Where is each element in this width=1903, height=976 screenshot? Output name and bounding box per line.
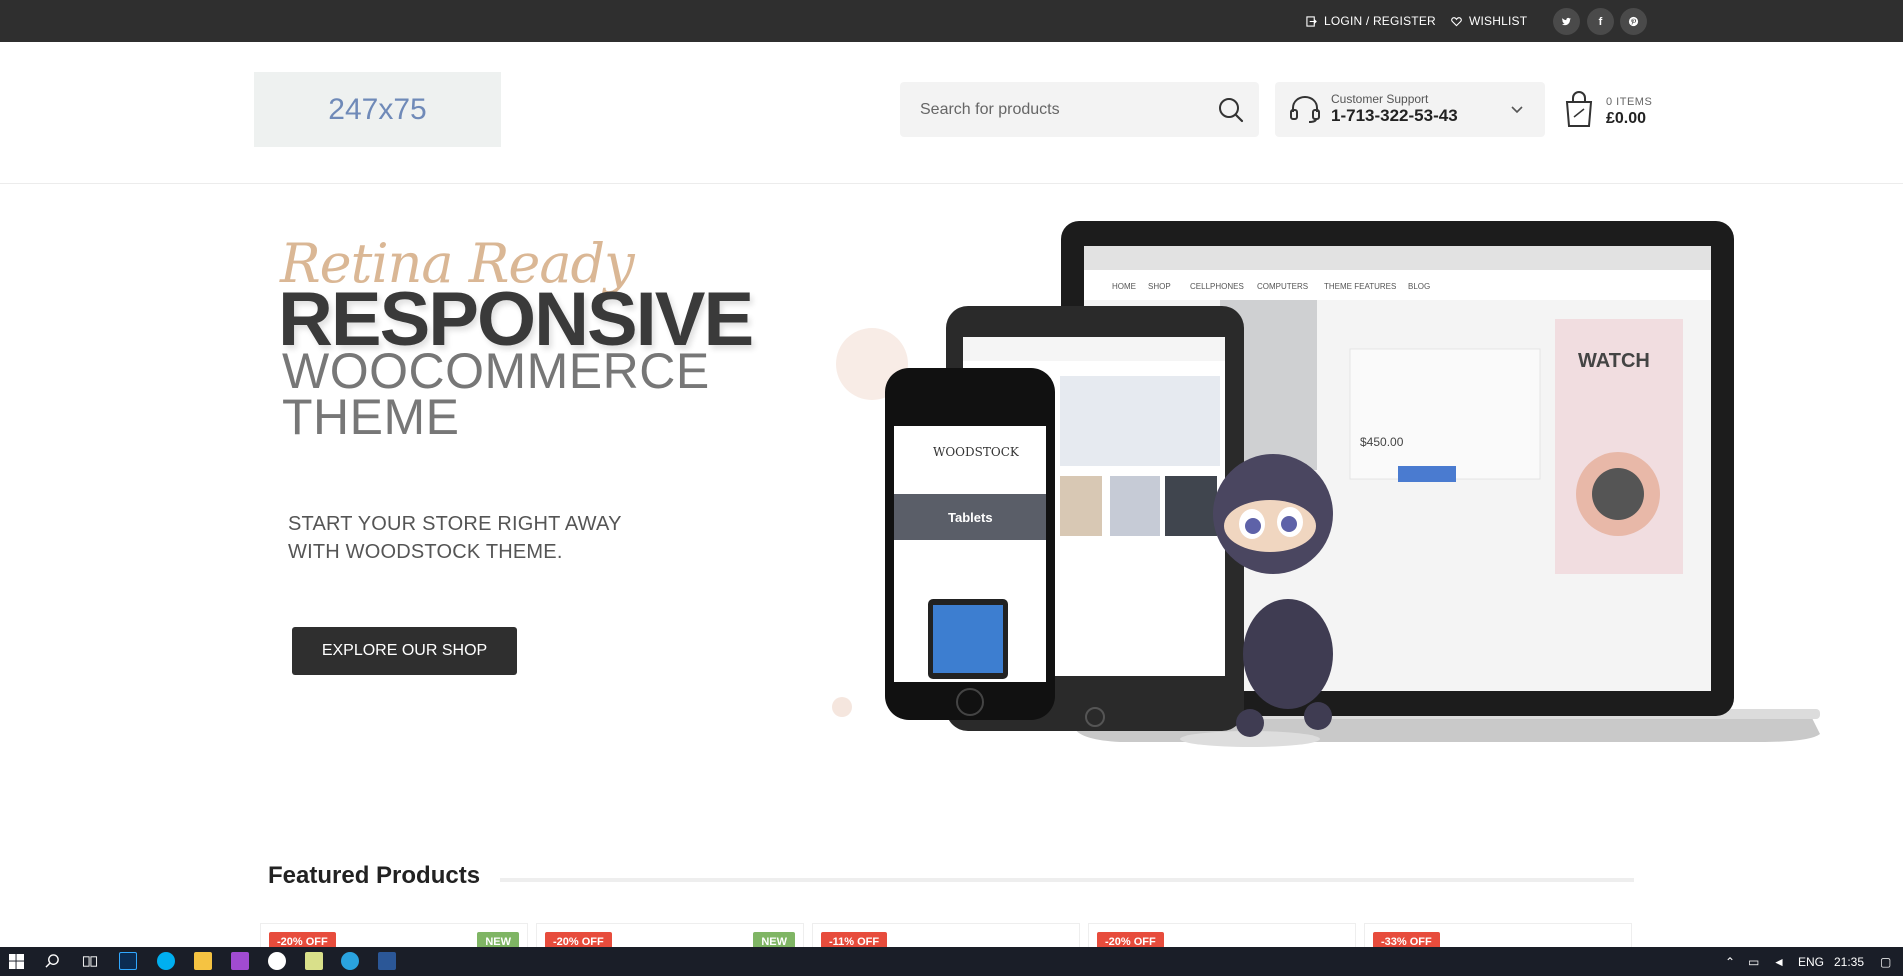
yandex-browser-icon[interactable] (268, 952, 286, 970)
phpstorm-icon[interactable] (231, 952, 249, 970)
twitter-icon[interactable] (1553, 8, 1580, 35)
cart-total: £0.00 (1606, 110, 1647, 127)
tray-chevron-icon[interactable]: ⌃ (1725, 947, 1735, 976)
chevron-down-icon (1511, 106, 1523, 114)
laptop-watch-text: WATCH (1578, 350, 1650, 372)
telegram-icon[interactable] (341, 952, 359, 970)
laptop-nav-home: HOME (1112, 282, 1136, 291)
hero-banner: Retina Ready RESPONSIVE WOOCOMMERCE THEM… (0, 184, 1903, 824)
device-mockup-image: HOME SHOP CELLPHONES COMPUTERS THEME FEA… (832, 221, 1820, 747)
top-bar: LOGIN / REGISTER WISHLIST f (0, 0, 1903, 42)
word-icon[interactable] (378, 952, 396, 970)
search-box (900, 82, 1259, 137)
wishlist-label: WISHLIST (1469, 14, 1528, 28)
photoshop-icon[interactable] (119, 952, 137, 970)
task-view-icon[interactable] (82, 954, 98, 969)
support-phone: 1-713-322-53-43 (1331, 106, 1458, 125)
facebook-icon[interactable]: f (1587, 8, 1614, 35)
wishlist-link[interactable]: WISHLIST (1451, 0, 1527, 42)
hero-subheadline-line1: WOOCOMMERCE (282, 343, 710, 399)
section-divider (500, 878, 1634, 882)
support-label: Customer Support (1331, 92, 1429, 106)
notepad-icon[interactable] (305, 952, 323, 970)
login-register-link[interactable]: LOGIN / REGISTER (1306, 0, 1436, 42)
cart-items-count: 0 ITEMS (1606, 96, 1653, 108)
search-input[interactable] (920, 98, 1210, 122)
laptop-nav-theme-features: THEME FEATURES (1324, 282, 1396, 291)
logo-text: 247x75 (328, 92, 427, 126)
customer-support-dropdown[interactable]: Customer Support 1-713-322-53-43 (1275, 82, 1545, 137)
explore-shop-button[interactable]: EXPLORE OUR SHOP (292, 627, 517, 675)
search-icon[interactable] (1217, 96, 1245, 124)
hero-tagline-line1: START YOUR STORE RIGHT AWAY (288, 513, 622, 535)
laptop-price: $450.00 (1360, 435, 1404, 449)
heart-icon (1451, 16, 1462, 26)
laptop-nav-shop: SHOP (1148, 282, 1171, 291)
laptop-nav-cellphones: CELLPHONES (1190, 282, 1244, 291)
laptop-nav-blog: BLOG (1408, 282, 1430, 291)
hero-tagline-line2: WITH WOODSTOCK THEME. (288, 541, 563, 563)
phone-section-text: Tablets (948, 510, 993, 525)
file-explorer-icon[interactable] (194, 952, 212, 970)
headset-icon (1290, 95, 1320, 123)
login-icon (1306, 15, 1317, 27)
phone-brand-text: WOODSTOCK (933, 445, 1020, 459)
site-logo[interactable]: 247x75 (254, 72, 501, 147)
laptop-nav-computers: COMPUTERS (1257, 282, 1308, 291)
os-taskbar: ⌃ ▭ ◄ ENG 21:35 ▢ (0, 947, 1903, 976)
hero-tagline: START YOUR STORE RIGHT AWAY WITH WOODSTO… (288, 510, 622, 566)
hero-subheadline: WOOCOMMERCE THEME (282, 343, 710, 445)
language-indicator[interactable]: ENG (1798, 947, 1824, 976)
volume-icon[interactable]: ◄ (1773, 947, 1785, 976)
notifications-icon[interactable]: ▢ (1880, 947, 1891, 976)
featured-products-title: Featured Products (268, 862, 481, 889)
pinterest-icon[interactable] (1620, 8, 1647, 35)
windows-start-icon[interactable] (9, 954, 24, 969)
login-label: LOGIN / REGISTER (1324, 14, 1436, 28)
search-icon[interactable] (45, 954, 60, 969)
site-header: 247x75 Customer Support 1-713-322-53-43 … (0, 42, 1903, 184)
skype-icon[interactable] (157, 952, 175, 970)
mini-cart[interactable]: 0 ITEMS £0.00 (1562, 90, 1682, 132)
network-icon[interactable]: ▭ (1748, 947, 1759, 976)
shopping-bag-icon (1565, 91, 1593, 127)
explore-shop-label: EXPLORE OUR SHOP (321, 642, 488, 659)
hero-subheadline-line2: THEME (282, 389, 460, 445)
clock[interactable]: 21:35 (1834, 947, 1864, 976)
